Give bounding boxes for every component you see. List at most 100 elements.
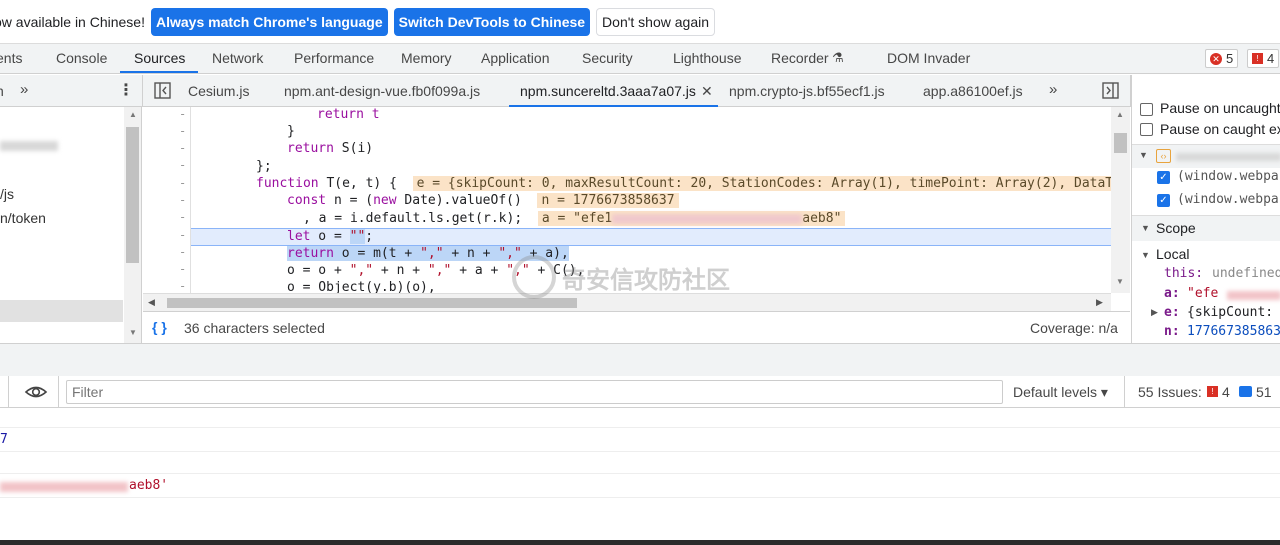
redacted-value — [612, 213, 803, 224]
editor-h-scrollbar[interactable]: ◀ ▶ — [143, 293, 1111, 311]
tab-performance[interactable]: Performance — [294, 50, 374, 66]
issues-link[interactable]: 55 Issues: — [1138, 384, 1202, 400]
code-line: return o = m(t + "," + n + "," + a), — [287, 246, 569, 261]
watch-expression-2[interactable]: (window.webpac — [1177, 192, 1280, 207]
local-scope-title[interactable]: Local — [1156, 246, 1189, 262]
inline-value-n: n = 1776673858637 — [537, 193, 679, 208]
scroll-up-icon[interactable]: ▲ — [129, 110, 137, 119]
error-count-badge[interactable]: ✕ 5 — [1205, 49, 1239, 68]
close-tab-icon[interactable]: ✕ — [701, 83, 713, 100]
divider — [142, 75, 143, 107]
tab-lighthouse[interactable]: Lighthouse — [673, 50, 742, 66]
watch-checkbox-2[interactable]: ✓ — [1157, 194, 1170, 207]
line-gutter[interactable]: - - - - - - - - - - - — [143, 107, 191, 297]
always-match-language-button[interactable]: Always match Chrome's language — [150, 7, 388, 36]
pretty-print-icon[interactable]: { } — [152, 319, 167, 335]
console-message-text: 7 — [0, 432, 8, 447]
watch-expression-1[interactable]: (window.webpac — [1177, 169, 1280, 184]
navigator-scrollbar[interactable]: ▲ ▼ — [124, 107, 141, 343]
watch-icon: ‹› — [1156, 149, 1171, 163]
scroll-down-icon[interactable]: ▼ — [1116, 277, 1124, 286]
kebab-menu-icon[interactable]: ⋮ — [118, 80, 134, 100]
code-line: o = o + "," + n + "," + a + "," + C(), — [287, 263, 585, 278]
tab-application[interactable]: Application — [481, 50, 550, 66]
issue-flag-icon: ! — [1252, 53, 1263, 64]
file-tab-suncereltd[interactable]: npm.suncereltd.3aaa7a07.js — [520, 83, 696, 99]
inline-value-a: a = "efe1 aeb8" — [537, 211, 846, 226]
tab-console[interactable]: Console — [56, 50, 107, 66]
toggle-debugger-icon[interactable] — [1102, 82, 1119, 102]
language-infobar: ow available in Chinese! Always match Ch… — [0, 0, 1280, 44]
redacted-expression — [1176, 153, 1280, 161]
scope-this-key: this: — [1164, 266, 1204, 281]
switch-devtools-chinese-button[interactable]: Switch DevTools to Chinese — [393, 7, 591, 36]
navigator-head-label: n — [0, 83, 4, 99]
tab-network[interactable]: Network — [212, 50, 263, 66]
code-editor[interactable]: - - - - - - - - - - - return t } return … — [143, 107, 1130, 311]
code-line: const n = (new Date).valueOf() n = 17766… — [193, 192, 679, 209]
more-files-chevron-icon[interactable]: » — [1049, 81, 1057, 98]
editor-h-scroll-thumb[interactable] — [167, 298, 577, 308]
console-filter-input[interactable] — [66, 380, 1003, 404]
selected-navigator-row[interactable] — [0, 300, 123, 322]
error-icon: ✕ — [1210, 52, 1222, 65]
code-line: return t — [317, 107, 380, 122]
file-tab-cesium[interactable]: Cesium.js — [188, 83, 249, 99]
dont-show-again-button[interactable]: Don't show again — [596, 7, 716, 36]
debugger-sidebar: Pause on uncaught Pause on caught ex ▼ ‹… — [1131, 75, 1280, 343]
expand-down-icon[interactable]: ▼ — [1141, 250, 1150, 260]
code-line: function T(e, t) { e = {skipCount: 0, ma… — [193, 175, 1118, 192]
divider — [8, 376, 9, 408]
pause-uncaught-label: Pause on uncaught — [1160, 100, 1280, 116]
watch-checkbox-1[interactable]: ✓ — [1157, 171, 1170, 184]
scroll-right-icon[interactable]: ▶ — [1096, 297, 1103, 308]
issue-flag-icon: ! — [1207, 386, 1218, 397]
scope-n-value: 1776673858637 — [1187, 324, 1280, 339]
redacted-value — [0, 482, 128, 492]
tab-elements[interactable]: ents — [0, 50, 22, 66]
log-levels-dropdown[interactable]: Default levels ▾ — [1013, 384, 1108, 401]
editor-v-scrollbar[interactable]: ▲ ▼ — [1111, 107, 1130, 293]
pause-uncaught-checkbox[interactable] — [1140, 103, 1153, 116]
navigator-item-token[interactable]: n/token — [0, 210, 46, 226]
scroll-down-icon[interactable]: ▼ — [129, 328, 137, 337]
file-tab-crypto-js[interactable]: npm.crypto-js.bf55ecf1.js — [729, 83, 885, 99]
drawer-resizer[interactable] — [0, 343, 1280, 376]
file-tab-ant-design-vue[interactable]: npm.ant-design-vue.fb0f099a.js — [284, 83, 480, 99]
watch-header[interactable]: ▼ ‹› — [1132, 144, 1280, 168]
scope-e-value: {skipCount: — [1187, 305, 1274, 320]
file-tab-app[interactable]: app.a86100ef.js — [923, 83, 1023, 99]
selection-status: 36 characters selected — [184, 320, 325, 336]
live-expression-eye-icon[interactable] — [24, 383, 48, 404]
tab-dom-invader[interactable]: DOM Invader — [887, 50, 970, 66]
scroll-up-icon[interactable]: ▲ — [1116, 110, 1124, 119]
main-tab-bar: ents Console Sources Network Performance… — [0, 44, 1280, 74]
tab-memory[interactable]: Memory — [401, 50, 452, 66]
scope-e-key[interactable]: e: — [1164, 305, 1180, 320]
tab-security[interactable]: Security — [582, 50, 633, 66]
console-message — [0, 452, 1280, 474]
expand-right-icon[interactable]: ▶ — [1151, 307, 1158, 318]
navigator-scroll-thumb[interactable] — [126, 127, 139, 263]
editor-v-scroll-thumb[interactable] — [1114, 133, 1127, 153]
issue-count-badge[interactable]: ! 4 — [1247, 49, 1280, 68]
more-tabs-chevron-icon[interactable]: » — [20, 81, 28, 98]
toggle-navigator-icon[interactable] — [154, 82, 171, 102]
infobar-message: ow available in Chinese! — [0, 13, 145, 30]
scroll-left-icon[interactable]: ◀ — [148, 297, 155, 308]
navigator-item-js[interactable]: /js — [0, 186, 14, 202]
tab-sources[interactable]: Sources — [134, 50, 185, 66]
scope-this-value: undefined — [1212, 266, 1280, 281]
flask-icon: ⚗ — [832, 50, 844, 65]
expand-down-icon: ▼ — [1139, 150, 1148, 160]
tab-recorder[interactable]: Recorder — [771, 50, 829, 66]
scope-header[interactable]: ▼ Scope — [1132, 215, 1280, 241]
issue-count: 4 — [1267, 51, 1275, 66]
code-line: let o = ""; — [287, 229, 374, 244]
console-toolbar: Default levels ▾ 55 Issues: ! 4 51 — [0, 376, 1280, 408]
pause-caught-checkbox[interactable] — [1140, 123, 1153, 136]
file-navigator: /js n/token ▲ ▼ — [0, 107, 142, 343]
scope-n-key: n: — [1164, 324, 1180, 339]
info-message-icon — [1239, 386, 1252, 397]
pause-caught-label: Pause on caught ex — [1160, 121, 1280, 137]
